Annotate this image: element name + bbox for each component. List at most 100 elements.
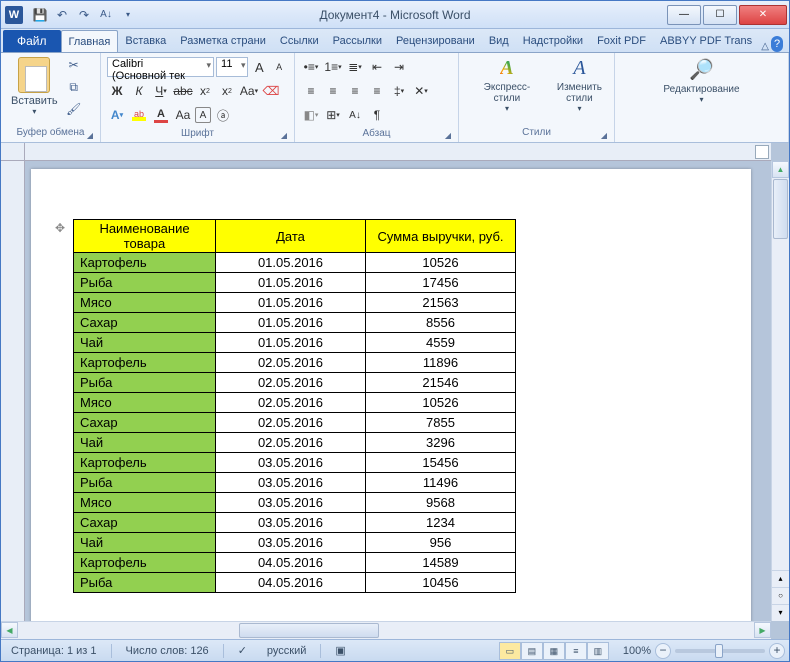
cell-sum[interactable]: 4559 xyxy=(366,333,516,353)
strikethrough-icon[interactable]: abc xyxy=(173,81,193,101)
table-row[interactable]: Сахар03.05.20161234 xyxy=(74,513,516,533)
phonetic-icon[interactable]: Aа xyxy=(173,105,193,125)
zoom-out-button[interactable]: − xyxy=(655,643,671,659)
file-tab[interactable]: Файл xyxy=(3,30,61,52)
cell-sum[interactable]: 956 xyxy=(366,533,516,553)
cell-sum[interactable]: 7855 xyxy=(366,413,516,433)
cell-sum[interactable]: 11496 xyxy=(366,473,516,493)
cell-sum[interactable]: 1234 xyxy=(366,513,516,533)
draft-view-icon[interactable]: ▥ xyxy=(587,642,609,660)
cell-name[interactable]: Чай xyxy=(74,433,216,453)
qat-customize-icon[interactable]: ▾ xyxy=(117,4,139,26)
show-marks-icon[interactable]: ¶ xyxy=(367,105,387,125)
table-row[interactable]: Чай03.05.2016956 xyxy=(74,533,516,553)
cell-name[interactable]: Мясо xyxy=(74,293,216,313)
cell-date[interactable]: 01.05.2016 xyxy=(216,253,366,273)
language-status[interactable]: русский xyxy=(261,645,312,657)
cell-name[interactable]: Сахар xyxy=(74,313,216,333)
tab-home[interactable]: Главная xyxy=(61,30,119,52)
table-row[interactable]: Сахар01.05.20168556 xyxy=(74,313,516,333)
minimize-button[interactable]: — xyxy=(667,5,701,25)
multilevel-icon[interactable]: ≣▾ xyxy=(345,57,365,77)
fullscreen-view-icon[interactable]: ▤ xyxy=(521,642,543,660)
char-border-icon[interactable]: A xyxy=(195,107,211,123)
cell-sum[interactable]: 10526 xyxy=(366,253,516,273)
bold-icon[interactable]: Ж xyxy=(107,81,127,101)
sort-para-icon[interactable]: A↓ xyxy=(345,105,365,125)
cell-sum[interactable]: 8556 xyxy=(366,313,516,333)
tab-addins[interactable]: Надстройки xyxy=(516,30,590,52)
table-row[interactable]: Мясо01.05.201621563 xyxy=(74,293,516,313)
save-icon[interactable]: 💾 xyxy=(29,4,51,26)
grow-font-icon[interactable]: A xyxy=(250,57,268,77)
help-icon[interactable]: ? xyxy=(771,36,783,52)
sort-icon[interactable]: A↓ xyxy=(95,4,117,26)
tab-review[interactable]: Рецензировани xyxy=(389,30,482,52)
cell-sum[interactable]: 10526 xyxy=(366,393,516,413)
asian-layout-icon[interactable]: ✕▾ xyxy=(411,81,431,101)
maximize-button[interactable]: ☐ xyxy=(703,5,737,25)
clear-format-icon[interactable]: ⌫ xyxy=(261,81,281,101)
cell-name[interactable]: Сахар xyxy=(74,513,216,533)
cell-name[interactable]: Картофель xyxy=(74,453,216,473)
tab-insert[interactable]: Вставка xyxy=(118,30,173,52)
justify-icon[interactable]: ≡ xyxy=(367,81,387,101)
cell-name[interactable]: Рыба xyxy=(74,473,216,493)
cell-date[interactable]: 03.05.2016 xyxy=(216,453,366,473)
cell-date[interactable]: 03.05.2016 xyxy=(216,513,366,533)
cell-sum[interactable]: 15456 xyxy=(366,453,516,473)
table-row[interactable]: Рыба03.05.201611496 xyxy=(74,473,516,493)
cell-name[interactable]: Рыба xyxy=(74,573,216,593)
cell-sum[interactable]: 17456 xyxy=(366,273,516,293)
horizontal-ruler[interactable] xyxy=(25,143,771,161)
enclose-icon[interactable]: ⓐ xyxy=(213,105,233,125)
align-center-icon[interactable]: ≡ xyxy=(323,81,343,101)
macro-icon[interactable]: ▣ xyxy=(329,644,351,657)
change-styles-button[interactable]: A Изменить стили ▾ xyxy=(551,55,608,115)
table-row[interactable]: Картофель03.05.201615456 xyxy=(74,453,516,473)
minimize-ribbon-icon[interactable]: △ xyxy=(759,41,771,52)
cell-date[interactable]: 02.05.2016 xyxy=(216,433,366,453)
align-right-icon[interactable]: ≡ xyxy=(345,81,365,101)
font-name-combo[interactable]: Calibri (Основной тек xyxy=(107,57,214,77)
cell-sum[interactable]: 10456 xyxy=(366,573,516,593)
cell-sum[interactable]: 3296 xyxy=(366,433,516,453)
next-page-icon[interactable]: ▾ xyxy=(772,604,789,621)
web-view-icon[interactable]: ▦ xyxy=(543,642,565,660)
highlight-icon[interactable]: ab xyxy=(129,105,149,125)
table-row[interactable]: Картофель02.05.201611896 xyxy=(74,353,516,373)
scroll-left-icon[interactable]: ◀ xyxy=(1,622,18,638)
outline-view-icon[interactable]: ≡ xyxy=(565,642,587,660)
editing-button[interactable]: 🔎 Редактирование ▾ xyxy=(657,55,745,106)
scroll-right-icon[interactable]: ▶ xyxy=(754,622,771,638)
vertical-ruler[interactable] xyxy=(1,161,25,621)
font-size-combo[interactable]: 11 xyxy=(216,57,248,77)
redo-icon[interactable]: ↷ xyxy=(73,4,95,26)
align-left-icon[interactable]: ≡ xyxy=(301,81,321,101)
cell-date[interactable]: 02.05.2016 xyxy=(216,353,366,373)
cell-date[interactable]: 04.05.2016 xyxy=(216,573,366,593)
table-row[interactable]: Рыба01.05.201617456 xyxy=(74,273,516,293)
close-button[interactable]: ✕ xyxy=(739,5,787,25)
font-launcher-icon[interactable]: ◢ xyxy=(278,129,290,141)
format-painter-icon[interactable]: 🖌 xyxy=(64,99,84,119)
line-spacing-icon[interactable]: ‡▾ xyxy=(389,81,409,101)
clipboard-launcher-icon[interactable]: ◢ xyxy=(84,129,96,141)
copy-icon[interactable]: ⧉ xyxy=(64,77,84,97)
text-effects-icon[interactable]: A▾ xyxy=(107,105,127,125)
table-row[interactable]: Рыба04.05.201610456 xyxy=(74,573,516,593)
table-row[interactable]: Сахар02.05.20167855 xyxy=(74,413,516,433)
vscroll-thumb[interactable] xyxy=(773,179,788,239)
cell-date[interactable]: 02.05.2016 xyxy=(216,373,366,393)
borders-icon[interactable]: ⊞▾ xyxy=(323,105,343,125)
paragraph-launcher-icon[interactable]: ◢ xyxy=(442,129,454,141)
undo-icon[interactable]: ↶ xyxy=(51,4,73,26)
document-page[interactable]: ✥ Наименование товара Дата Сумма выручки… xyxy=(31,169,751,621)
cell-date[interactable]: 01.05.2016 xyxy=(216,313,366,333)
italic-icon[interactable]: К xyxy=(129,81,149,101)
font-color-icon[interactable]: A xyxy=(151,105,171,125)
cell-date[interactable]: 01.05.2016 xyxy=(216,333,366,353)
cell-date[interactable]: 04.05.2016 xyxy=(216,553,366,573)
cell-date[interactable]: 03.05.2016 xyxy=(216,533,366,553)
cut-icon[interactable]: ✂ xyxy=(64,55,84,75)
